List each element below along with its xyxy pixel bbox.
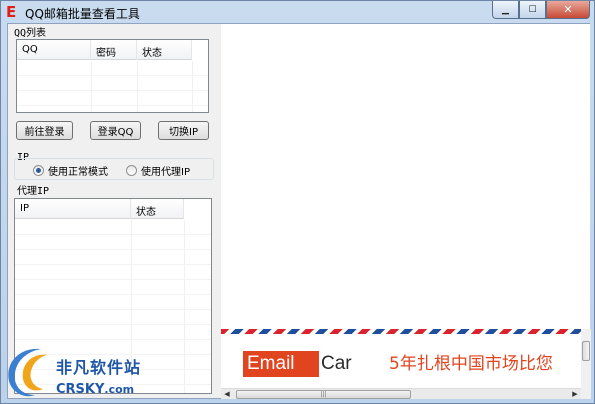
banner-vertical-scrollbar[interactable] (581, 329, 591, 388)
radio-normal-mode-label: 使用正常模式 (48, 167, 108, 178)
banner-slogan: 5年扎根中国市场比您 (389, 354, 553, 374)
radio-normal-mode[interactable]: 使用正常模式 (33, 163, 108, 178)
proxy-group-label: 代理IP (17, 186, 50, 197)
qq-list-header: QQ 密码 状态 (17, 40, 192, 60)
maximize-button[interactable]: ☐ (519, 1, 546, 19)
vertical-scroll-thumb[interactable] (582, 341, 590, 361)
banner-horizontal-scrollbar[interactable]: ◀ ||| ▶ (221, 388, 581, 399)
client-area: QQ列表 QQ 密码 状态 前往登录 登录QQ 切换IP IP 使用正常模式 使… (7, 23, 591, 399)
window-title: QQ邮箱批量查看工具 (25, 7, 140, 21)
watermark-cn: 非凡软件站 (56, 358, 142, 377)
column-header-proxy-status[interactable]: 状态 (131, 199, 184, 219)
login-qq-button[interactable]: 登录QQ (90, 121, 141, 140)
watermark-en: CRSKY.com (56, 382, 135, 397)
minimize-button[interactable]: ▁ (492, 1, 519, 19)
scroll-right-icon[interactable]: ▶ (569, 389, 581, 400)
switch-ip-button[interactable]: 切换IP (158, 121, 209, 140)
app-window: E QQ邮箱批量查看工具 ▁ ☐ ✕ QQ列表 QQ 密码 状态 前往登录 登录… (0, 0, 595, 404)
column-header-status[interactable]: 状态 (137, 40, 192, 60)
emailcar-banner[interactable]: Email Car 5年扎根中国市场比您 (221, 329, 581, 388)
radio-proxy-ip[interactable]: 使用代理IP (126, 163, 190, 178)
column-header-ip[interactable]: IP (15, 199, 131, 219)
scrollbar-corner (581, 388, 591, 399)
proxy-list-header: IP 状态 (15, 199, 184, 219)
brand-logo-car: Car (321, 353, 352, 374)
minimize-icon: ▁ (502, 4, 509, 15)
brand-logo-email: Email (243, 351, 319, 377)
horizontal-scroll-thumb[interactable]: ||| (236, 390, 411, 399)
column-header-password[interactable]: 密码 (91, 40, 137, 60)
window-controls: ▁ ☐ ✕ (492, 1, 590, 19)
airmail-stripe-top (221, 329, 581, 334)
radio-unchecked-icon (126, 165, 137, 176)
maximize-icon: ☐ (528, 4, 537, 15)
qq-group-label: QQ列表 (14, 28, 47, 39)
crsky-logo-icon (8, 348, 47, 397)
radio-checked-icon (33, 165, 44, 176)
radio-proxy-ip-label: 使用代理IP (141, 167, 190, 178)
app-icon: E (6, 3, 17, 21)
goto-login-button[interactable]: 前往登录 (16, 121, 73, 140)
scroll-left-icon[interactable]: ◀ (221, 389, 233, 400)
qq-list-body (17, 61, 208, 112)
column-header-qq[interactable]: QQ (17, 40, 91, 60)
close-icon: ✕ (563, 3, 573, 16)
qq-listview[interactable]: QQ 密码 状态 (16, 39, 209, 113)
close-button[interactable]: ✕ (546, 1, 590, 19)
title-bar[interactable]: E QQ邮箱批量查看工具 ▁ ☐ ✕ (1, 1, 595, 23)
